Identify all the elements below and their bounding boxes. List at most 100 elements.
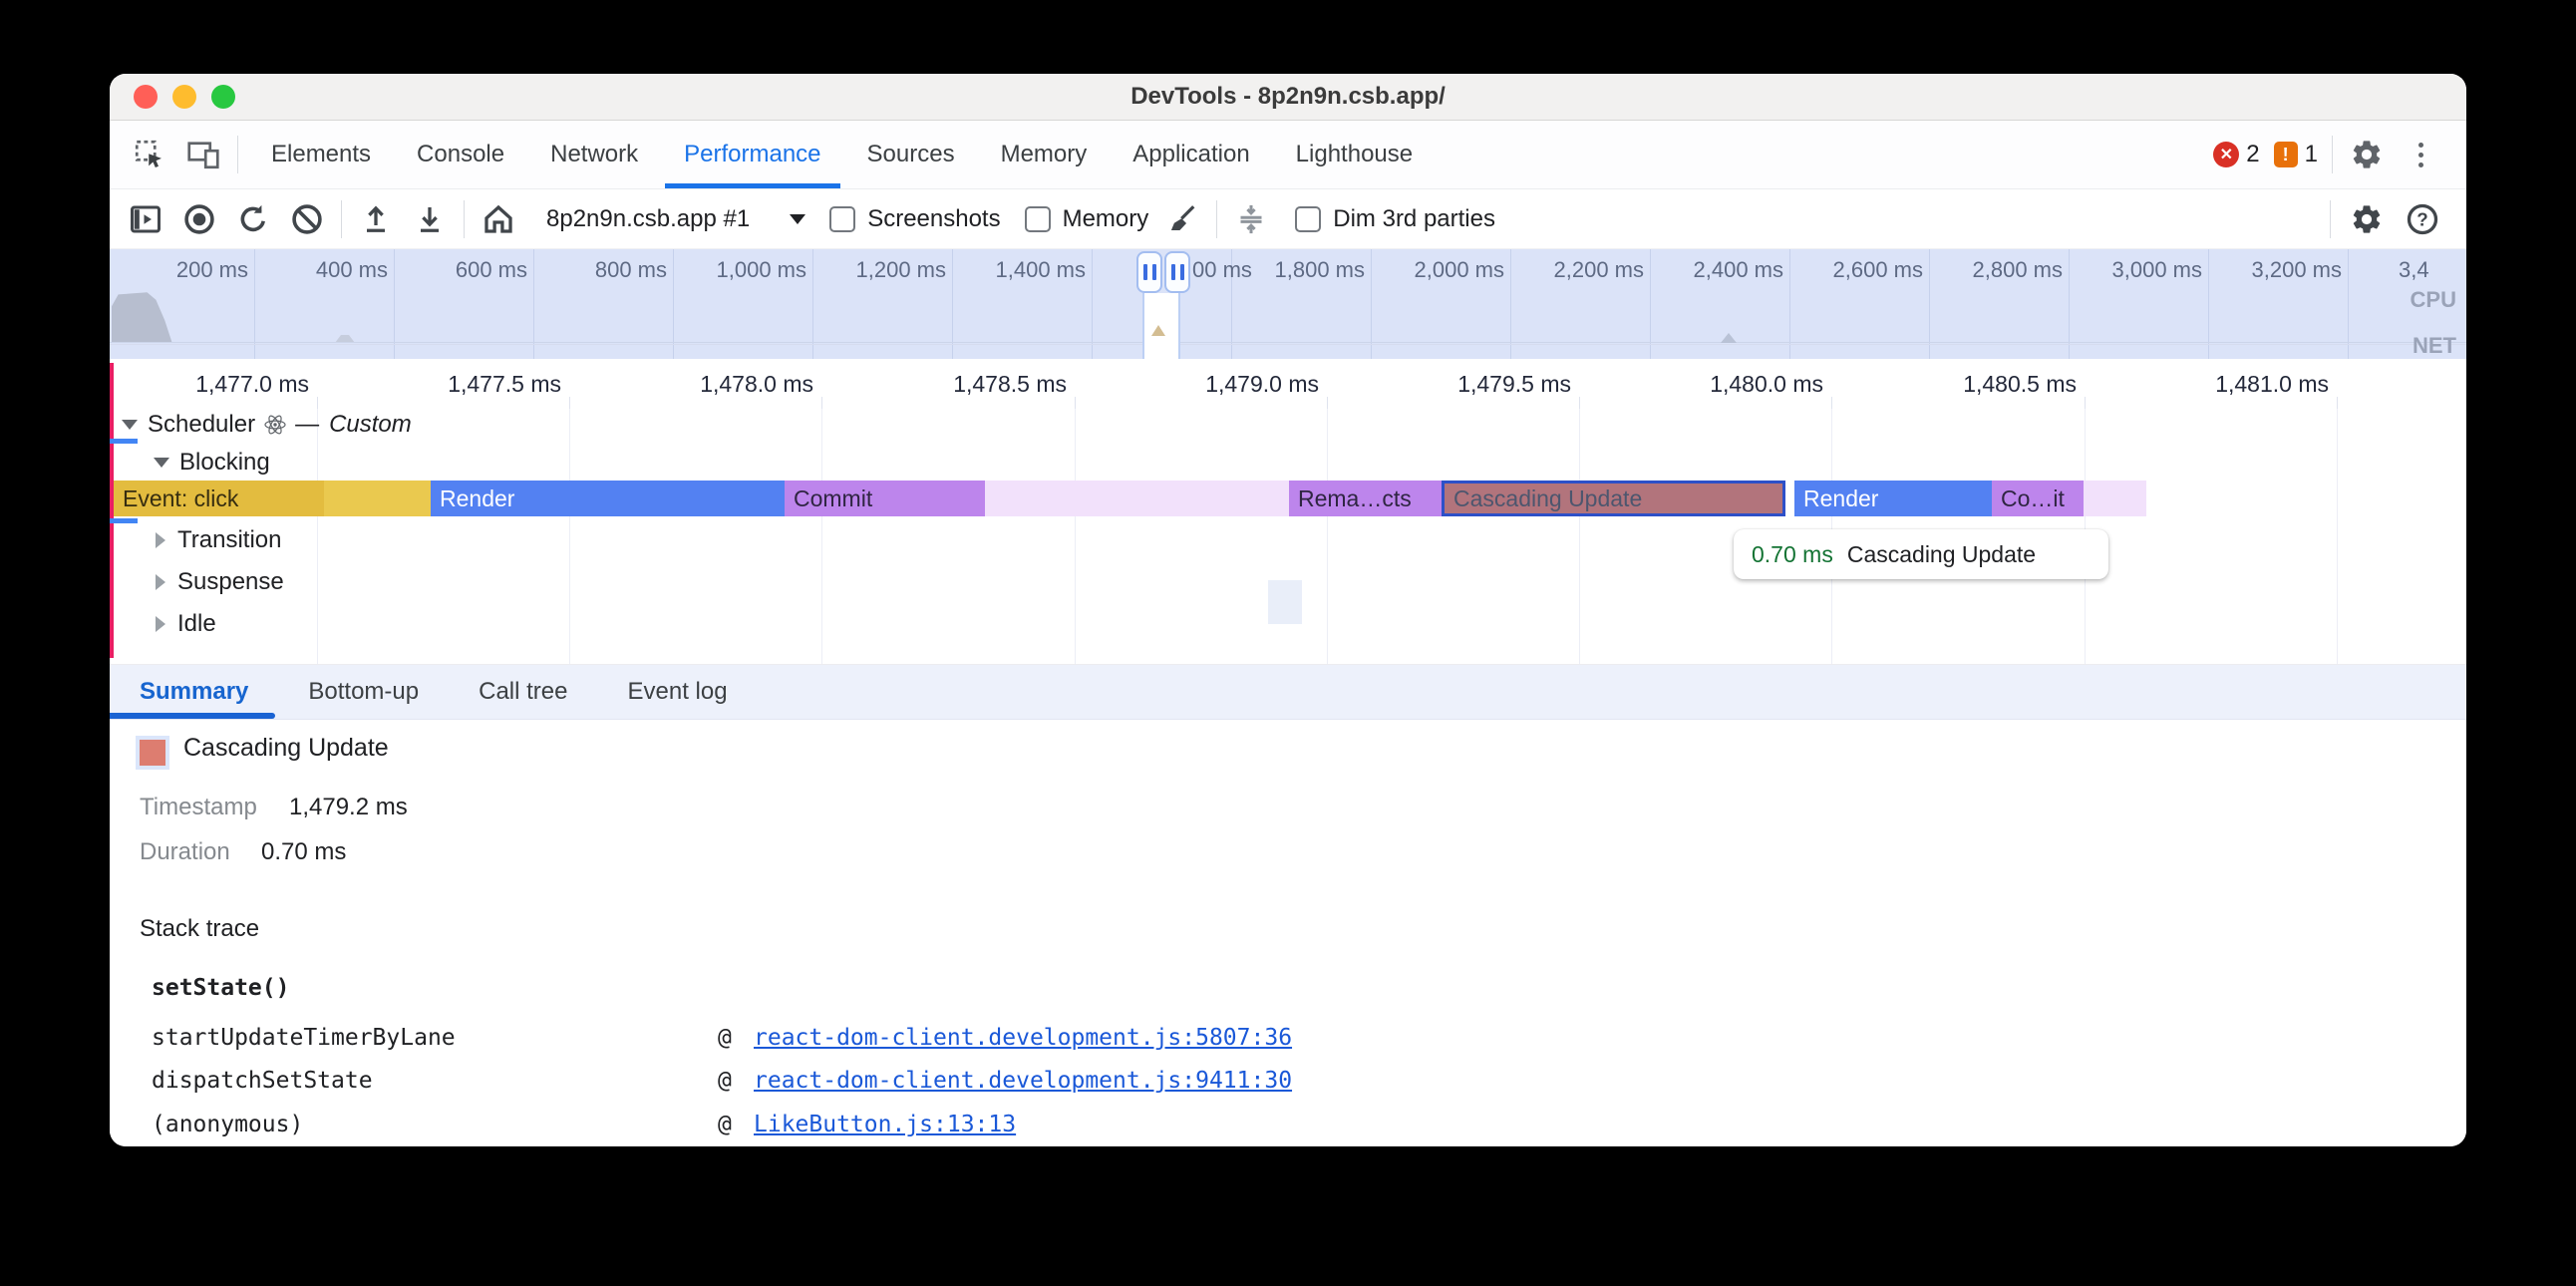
- ruler-notch: [1831, 397, 1832, 409]
- flame-bar-remaining-effects[interactable]: Rema…cts: [1289, 481, 1442, 516]
- memory-checkbox[interactable]: [1025, 206, 1051, 232]
- cpu-activity-chart: [112, 289, 185, 343]
- track-scheduler[interactable]: Scheduler — Custom: [122, 410, 412, 440]
- stack-frame-link[interactable]: react-dom-client.development.js:9411:30: [754, 1068, 1292, 1094]
- ruler-notch: [1075, 397, 1076, 409]
- tab-elements[interactable]: Elements: [248, 121, 394, 188]
- screenshots-checkbox[interactable]: [829, 206, 855, 232]
- flame-bar-render-2[interactable]: Render: [1794, 481, 1992, 516]
- inspect-element-icon[interactable]: [130, 135, 169, 174]
- memory-label: Memory: [1063, 205, 1149, 233]
- expand-arrow-icon[interactable]: [154, 458, 169, 468]
- record-icon[interactable]: [179, 199, 219, 239]
- net-divider: [110, 344, 2466, 345]
- minimize-window-button[interactable]: [172, 85, 196, 109]
- ruler-tick: 1,479.5 ms: [1422, 371, 1571, 398]
- error-badge[interactable]: ✕ 2: [2213, 141, 2259, 168]
- tab-call-tree[interactable]: Call tree: [449, 665, 597, 719]
- ruler-notch: [1579, 397, 1580, 409]
- tooltip-duration: 0.70 ms: [1752, 541, 1833, 568]
- ruler-tick: 1,480.5 ms: [1927, 371, 2077, 398]
- tab-summary[interactable]: Summary: [110, 665, 278, 719]
- device-toolbar-icon[interactable]: [183, 135, 223, 174]
- toggle-sidebar-icon[interactable]: [126, 199, 165, 239]
- timestamp-value: 1,479.2 ms: [289, 794, 408, 821]
- track-blocking[interactable]: Blocking: [154, 448, 270, 478]
- window-title: DevTools - 8p2n9n.csb.app/: [110, 83, 2466, 111]
- tab-lighthouse[interactable]: Lighthouse: [1273, 121, 1436, 188]
- stack-root-call: setState(): [152, 975, 289, 1001]
- tab-event-log[interactable]: Event log: [597, 665, 757, 719]
- garbage-collect-icon[interactable]: [1162, 199, 1202, 239]
- stack-frame-link[interactable]: react-dom-client.development.js:5807:36: [754, 1025, 1292, 1051]
- upload-profile-icon[interactable]: [356, 199, 396, 239]
- more-options-icon[interactable]: [2401, 135, 2440, 174]
- warning-icon: !: [2274, 142, 2298, 167]
- selection-left-handle[interactable]: [1136, 251, 1162, 293]
- flame-bar-tail-span[interactable]: [2084, 481, 2146, 516]
- overview-selection-window[interactable]: [1142, 293, 1180, 359]
- stack-frame-link[interactable]: LikeButton.js:13:13: [754, 1112, 1016, 1137]
- timeline-overview[interactable]: 200 ms 400 ms 600 ms 800 ms 1,000 ms 1,2…: [110, 249, 2466, 359]
- dim-3rd-parties-checkbox[interactable]: [1295, 206, 1321, 232]
- timeline-ruler[interactable]: 1,477.0 ms 1,477.5 ms 1,478.0 ms 1,478.5…: [110, 359, 2466, 409]
- flame-bar-render[interactable]: Render: [431, 481, 785, 516]
- tab-bottom-up[interactable]: Bottom-up: [278, 665, 449, 719]
- track-suspense[interactable]: Suspense: [156, 567, 284, 597]
- tabbar-right: ✕ 2 ! 1: [2213, 135, 2466, 174]
- home-live-metrics-icon[interactable]: [479, 199, 518, 239]
- warning-badge[interactable]: ! 1: [2274, 141, 2318, 168]
- help-icon[interactable]: ?: [2403, 199, 2442, 239]
- close-window-button[interactable]: [134, 85, 158, 109]
- flame-bar-event-click[interactable]: Event: click: [114, 481, 324, 516]
- screenshots-option: Screenshots: [829, 205, 1000, 233]
- tab-console[interactable]: Console: [394, 121, 527, 188]
- tab-sources[interactable]: Sources: [844, 121, 978, 188]
- expand-arrow-icon[interactable]: [122, 420, 138, 430]
- flame-bar-commit[interactable]: Commit: [785, 481, 985, 516]
- track-idle[interactable]: Idle: [156, 609, 216, 639]
- settings-gear-icon[interactable]: [2347, 135, 2387, 174]
- warning-count: 1: [2305, 141, 2318, 168]
- devtools-window: DevTools - 8p2n9n.csb.app/ Elements Cons…: [110, 74, 2466, 1146]
- track-transition-label: Transition: [177, 526, 281, 554]
- collapse-tracks-icon[interactable]: [1231, 199, 1271, 239]
- collapse-arrow-icon[interactable]: [156, 574, 165, 590]
- flame-chart[interactable]: Scheduler — Custom Blocking Event: click…: [110, 409, 2466, 664]
- cpu-baseline: [110, 342, 2466, 343]
- record-and-reload-icon[interactable]: [233, 199, 273, 239]
- performance-toolbar: 8p2n9n.csb.app #1 Screenshots Memory Dim…: [110, 189, 2466, 249]
- tab-application[interactable]: Application: [1110, 121, 1272, 188]
- flame-bar-cascading-update[interactable]: Cascading Update: [1442, 481, 1785, 516]
- duration-value: 0.70 ms: [261, 838, 346, 866]
- overview-tick: 1,800 ms: [1235, 257, 1365, 283]
- gridline: [1075, 409, 1076, 664]
- zoom-window-button[interactable]: [211, 85, 235, 109]
- track-scheduler-label: Scheduler: [148, 411, 255, 439]
- stack-trace-title: Stack trace: [140, 915, 259, 943]
- gridline: [569, 409, 570, 664]
- clear-icon[interactable]: [287, 199, 327, 239]
- flame-bar-idle-span[interactable]: [985, 481, 1289, 516]
- tab-network[interactable]: Network: [527, 121, 661, 188]
- selection-right-handle[interactable]: [1164, 251, 1190, 293]
- collapse-arrow-icon[interactable]: [156, 532, 165, 548]
- track-focus-mark: [110, 518, 138, 523]
- flame-tooltip: 0.70 ms Cascading Update: [1734, 529, 2108, 579]
- tab-performance[interactable]: Performance: [661, 121, 843, 188]
- flame-bar-commit-2[interactable]: Co…it: [1992, 481, 2084, 516]
- gridline: [1327, 409, 1328, 664]
- stack-frame-at: @: [718, 1112, 732, 1137]
- dim-3rd-parties-option: Dim 3rd parties: [1295, 205, 1495, 233]
- collapse-arrow-icon[interactable]: [156, 616, 165, 632]
- download-profile-icon[interactable]: [410, 199, 450, 239]
- overview-tick: 600 ms: [398, 257, 527, 283]
- capture-settings-gear-icon[interactable]: [2347, 199, 2387, 239]
- overview-tick: 1,400 ms: [956, 257, 1086, 283]
- flame-bar-event-click-tail[interactable]: [324, 481, 431, 516]
- profile-select[interactable]: 8p2n9n.csb.app #1: [546, 205, 805, 233]
- tab-memory[interactable]: Memory: [978, 121, 1111, 188]
- overview-tick: 200 ms: [119, 257, 248, 283]
- details-tabbar: Summary Bottom-up Call tree Event log: [110, 665, 2466, 720]
- track-transition[interactable]: Transition: [156, 525, 281, 555]
